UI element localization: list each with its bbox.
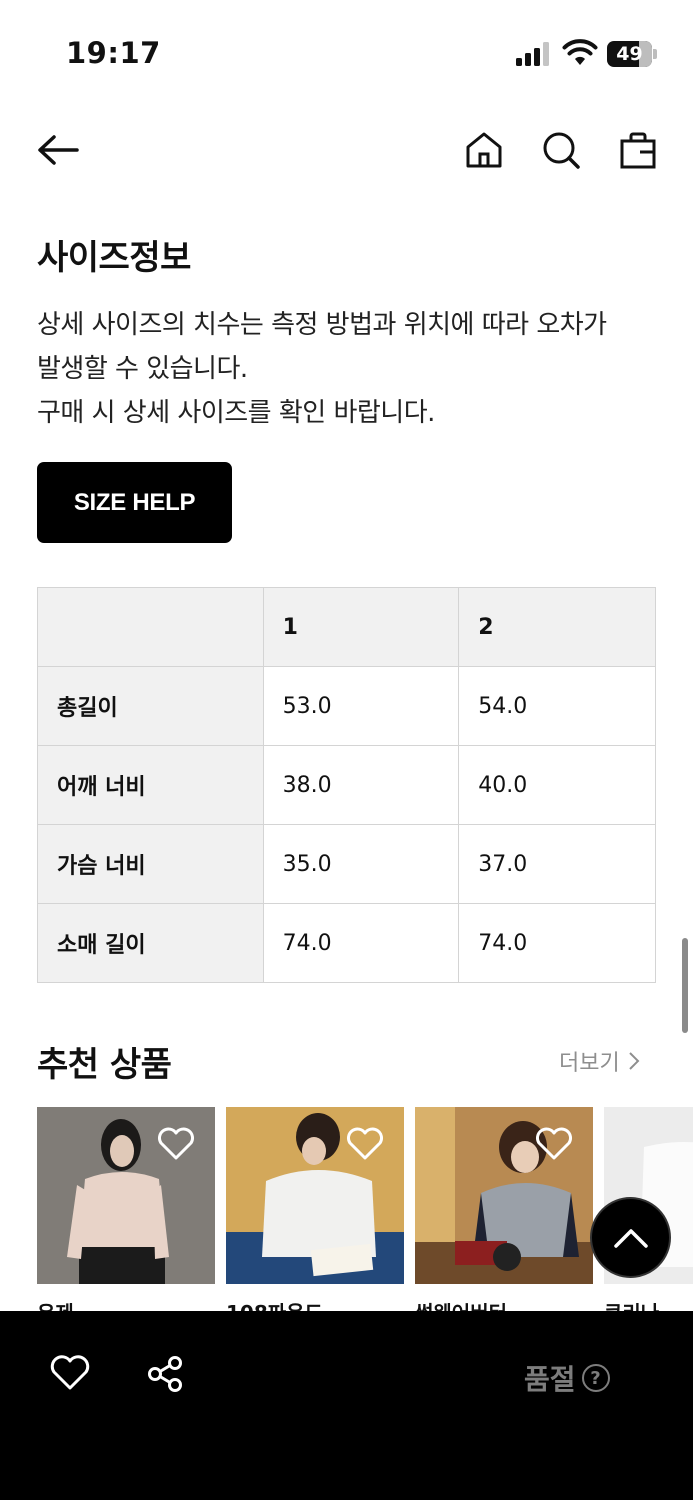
table-header-cell: 1 bbox=[262, 587, 460, 667]
row-label: 가슴 너비 bbox=[37, 824, 264, 904]
table-cell: 74.0 bbox=[262, 903, 460, 983]
recommended-title: 추천 상품 bbox=[37, 1045, 172, 1085]
table-header-row: 1 2 bbox=[37, 587, 656, 667]
battery-level: 49 bbox=[616, 43, 643, 65]
table-cell: 37.0 bbox=[458, 824, 656, 904]
table-row: 가슴 너비 35.0 37.0 bbox=[37, 824, 656, 904]
status-bar: 19:17 49 bbox=[0, 0, 693, 100]
description-line: 구매 시 상세 사이즈를 확인 바랍니다. bbox=[37, 398, 435, 428]
size-info-description: 상세 사이즈의 치수는 측정 방법과 위치에 따라 오차가 발생할 수 있습니다… bbox=[37, 303, 667, 435]
table-row: 어깨 너비 38.0 40.0 bbox=[37, 745, 656, 825]
product-card[interactable]: 유제 bbox=[37, 1107, 215, 1317]
table-cell: 38.0 bbox=[262, 745, 460, 825]
product-card[interactable]: 108파운드 bbox=[226, 1107, 404, 1317]
status-time: 19:17 bbox=[66, 36, 161, 70]
heart-icon[interactable] bbox=[535, 1127, 573, 1161]
product-carousel[interactable]: 유제 108파운드 썸웨어버터 큐리나 bbox=[37, 1107, 693, 1317]
heart-icon bbox=[50, 1355, 90, 1390]
product-card[interactable]: 썸웨어버터 bbox=[415, 1107, 593, 1317]
shopping-bag-icon bbox=[620, 132, 656, 169]
table-row: 소매 길이 74.0 74.0 bbox=[37, 903, 656, 983]
home-icon bbox=[466, 132, 502, 168]
heart-icon[interactable] bbox=[157, 1127, 195, 1161]
table-cell: 40.0 bbox=[458, 745, 656, 825]
chevron-up-icon bbox=[613, 1228, 648, 1248]
search-button[interactable] bbox=[538, 127, 584, 173]
table-cell: 54.0 bbox=[458, 666, 656, 746]
table-cell: 74.0 bbox=[458, 903, 656, 983]
product-image[interactable] bbox=[415, 1107, 593, 1284]
row-label: 총길이 bbox=[37, 666, 264, 746]
chevron-right-icon bbox=[629, 1052, 640, 1070]
scroll-to-top-button[interactable] bbox=[590, 1197, 671, 1278]
help-icon[interactable]: ? bbox=[581, 1364, 610, 1392]
bottom-action-bar: 품절 ? bbox=[0, 1311, 693, 1500]
more-label: 더보기 bbox=[559, 1051, 620, 1076]
arrow-left-icon bbox=[38, 135, 79, 165]
description-line: 발생할 수 있습니다. bbox=[37, 354, 248, 384]
home-button[interactable] bbox=[461, 127, 507, 173]
scroll-indicator[interactable] bbox=[682, 938, 688, 1033]
wishlist-button[interactable] bbox=[50, 1355, 90, 1395]
cellular-signal-icon bbox=[516, 42, 552, 66]
back-button[interactable] bbox=[35, 127, 81, 173]
table-cell: 35.0 bbox=[262, 824, 460, 904]
battery-icon: 49 bbox=[607, 41, 657, 67]
product-image[interactable] bbox=[226, 1107, 404, 1284]
table-header-cell bbox=[37, 587, 264, 667]
size-info-title: 사이즈정보 bbox=[37, 238, 191, 278]
size-help-button[interactable]: SIZE HELP bbox=[37, 462, 232, 543]
wifi-icon bbox=[562, 38, 598, 68]
description-line: 상세 사이즈의 치수는 측정 방법과 위치에 따라 오차가 bbox=[37, 310, 607, 340]
table-header-cell: 2 bbox=[458, 587, 656, 667]
share-button[interactable] bbox=[146, 1355, 184, 1397]
table-cell: 53.0 bbox=[262, 666, 460, 746]
share-icon bbox=[148, 1356, 182, 1392]
table-row: 총길이 53.0 54.0 bbox=[37, 666, 656, 746]
soldout-label: 품절 bbox=[524, 1363, 576, 1396]
heart-icon[interactable] bbox=[346, 1127, 384, 1161]
cart-button[interactable] bbox=[615, 127, 661, 173]
more-link[interactable]: 더보기 bbox=[559, 1045, 640, 1077]
product-image[interactable] bbox=[37, 1107, 215, 1284]
soldout-status: 품절 ? bbox=[524, 1358, 610, 1398]
size-table: 1 2 총길이 53.0 54.0 어깨 너비 38.0 40.0 가슴 너비 … bbox=[37, 587, 656, 983]
row-label: 어깨 너비 bbox=[37, 745, 264, 825]
search-icon bbox=[543, 132, 580, 169]
top-nav bbox=[0, 115, 693, 185]
row-label: 소매 길이 bbox=[37, 903, 264, 983]
